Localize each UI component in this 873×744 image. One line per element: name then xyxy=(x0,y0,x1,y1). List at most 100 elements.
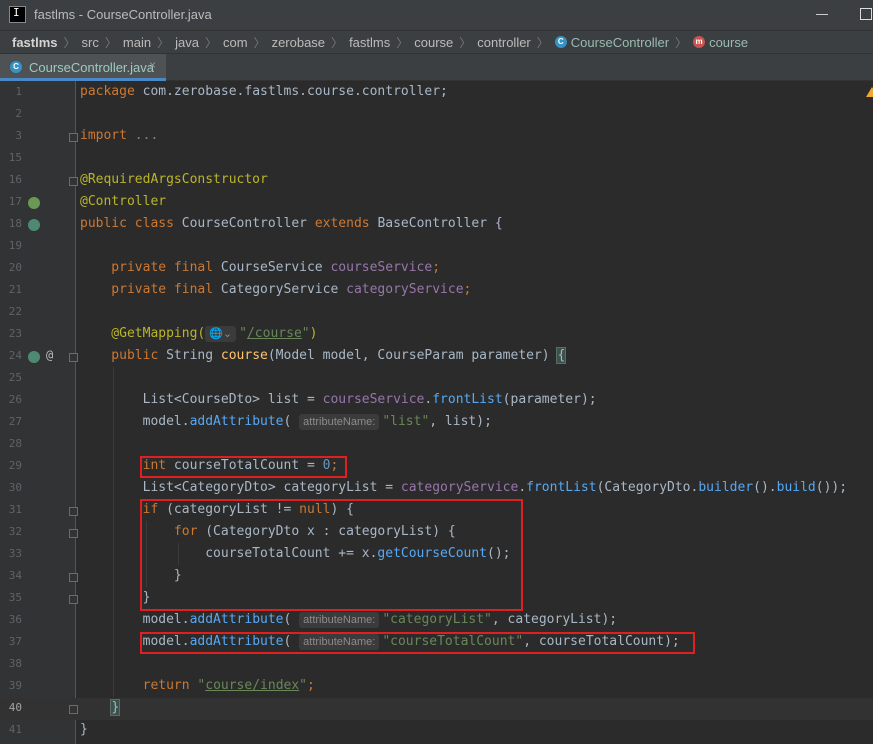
spring-bean-icon[interactable] xyxy=(28,219,40,231)
code-line: 26 List<CourseDto> list = courseService.… xyxy=(0,390,873,412)
code-line: 20 private final CourseService courseSer… xyxy=(0,258,873,280)
line-code: List<CategoryDto> categoryList = categor… xyxy=(80,480,848,495)
breadcrumb-controller[interactable]: controller xyxy=(477,35,530,50)
chevron-right-icon: 〉 xyxy=(204,35,217,50)
warning-icon[interactable] xyxy=(866,87,873,97)
line-number: 38 xyxy=(8,657,22,670)
breadcrumb-method[interactable]: course xyxy=(709,35,748,50)
minimize-button[interactable] xyxy=(815,6,829,20)
line-number: 3 xyxy=(15,129,22,142)
code-line: 19 xyxy=(0,236,873,258)
line-number: 15 xyxy=(8,151,22,164)
breadcrumb-main[interactable]: main xyxy=(123,35,151,50)
line-code: return "course/index"; xyxy=(142,678,315,693)
breadcrumb-com[interactable]: com xyxy=(223,35,248,50)
code-line: 23 @GetMapping(🌐⌄ "/course") xyxy=(0,324,873,346)
line-number: 37 xyxy=(8,635,22,648)
chevron-right-icon: 〉 xyxy=(331,35,344,50)
code-editor[interactable]: 1 package com.zerobase.fastlms.course.co… xyxy=(0,81,873,744)
line-code: public class CourseController extends Ba… xyxy=(80,216,503,231)
close-icon[interactable]: × xyxy=(149,58,156,72)
line-code: model.addAttribute( attributeName: "list"… xyxy=(80,414,492,430)
line-code: private final CategoryService categorySe… xyxy=(80,282,472,297)
line-number: 31 xyxy=(8,503,22,516)
code-line: 21 private final CategoryService categor… xyxy=(0,280,873,302)
at-sign-icon[interactable]: @ xyxy=(46,348,53,362)
title-bar: fastlms - CourseController.java xyxy=(0,0,873,30)
fold-marker-icon[interactable] xyxy=(69,177,78,186)
line-number: 17 xyxy=(8,195,22,208)
breadcrumb-zerobase[interactable]: zerobase xyxy=(272,35,325,50)
breadcrumb: fastlms 〉 src 〉 main 〉 java 〉 com 〉 zerobase 〉… xyxy=(0,30,873,54)
chevron-right-icon: 〉 xyxy=(104,35,117,50)
spring-web-icon[interactable] xyxy=(28,351,40,363)
code-line: 27 model.addAttribute( attributeName: "li… xyxy=(0,412,873,434)
spring-bean-icon[interactable] xyxy=(28,197,40,209)
fold-marker-icon[interactable] xyxy=(69,573,78,582)
fold-marker-icon[interactable] xyxy=(69,529,78,538)
breadcrumb-project[interactable]: fastlms xyxy=(12,35,58,50)
line-code: } xyxy=(110,699,121,716)
tab-label: CourseController.java xyxy=(29,60,155,75)
fold-marker-icon[interactable] xyxy=(69,595,78,604)
fold-marker-icon[interactable] xyxy=(69,507,78,516)
breadcrumb-src[interactable]: src xyxy=(82,35,99,50)
fold-marker-icon[interactable] xyxy=(69,353,78,362)
line-number: 41 xyxy=(8,723,22,736)
line-number: 18 xyxy=(8,217,22,230)
line-code: public String course(Model model, Course… xyxy=(80,347,567,364)
line-number: 32 xyxy=(8,525,22,538)
line-number: 25 xyxy=(8,371,22,384)
code-line: 41 } xyxy=(0,720,873,742)
breadcrumb-java[interactable]: java xyxy=(175,35,199,50)
line-number: 22 xyxy=(8,305,22,318)
intellij-app-icon[interactable] xyxy=(9,6,26,23)
breadcrumb-class[interactable]: CourseController xyxy=(571,35,669,50)
code-line: 24 public String course(Model model, Cou… xyxy=(0,346,873,368)
chevron-right-icon: 〉 xyxy=(459,35,472,50)
code-line: 39 return "course/index"; xyxy=(0,676,873,698)
parameter-hint: attributeName: xyxy=(299,612,380,628)
line-code: model.addAttribute( attributeName: "categ… xyxy=(80,612,618,628)
line-code: } xyxy=(80,722,88,737)
code-line: 1 package com.zerobase.fastlms.course.co… xyxy=(0,82,873,104)
line-code: @Controller xyxy=(80,194,167,209)
class-icon: C xyxy=(554,36,567,48)
line-code: package com.zerobase.fastlms.course.cont… xyxy=(80,84,448,99)
line-number: 39 xyxy=(8,679,22,692)
line-code: @GetMapping(🌐⌄ "/course") xyxy=(80,326,318,342)
code-line: 36 model.addAttribute( attributeName: "ca… xyxy=(0,610,873,632)
tab-coursecontroller[interactable]: C CourseController.java × xyxy=(0,54,166,81)
line-code: private final CourseService courseServic… xyxy=(80,260,441,275)
chevron-right-icon: 〉 xyxy=(157,35,170,50)
code-line-current: 40 } xyxy=(0,698,873,720)
fold-marker-icon[interactable] xyxy=(69,705,78,714)
line-number: 1 xyxy=(15,85,22,98)
line-number: 20 xyxy=(8,261,22,274)
line-number: 34 xyxy=(8,569,22,582)
chevron-right-icon: 〉 xyxy=(675,35,688,50)
fold-marker-icon[interactable] xyxy=(69,133,78,142)
maximize-button[interactable] xyxy=(860,8,872,20)
parameter-hint: attributeName: xyxy=(299,414,380,430)
method-icon: m xyxy=(693,36,706,48)
line-number: 16 xyxy=(8,173,22,186)
code-line: 16 @RequiredArgsConstructor xyxy=(0,170,873,192)
breadcrumb-course[interactable]: course xyxy=(414,35,453,50)
line-number: 21 xyxy=(8,283,22,296)
code-line: 3 import ... xyxy=(0,126,873,148)
chevron-right-icon: 〉 xyxy=(63,35,76,50)
chevron-right-icon: 〉 xyxy=(396,35,409,50)
code-line: 17 @Controller xyxy=(0,192,873,214)
line-number: 30 xyxy=(8,481,22,494)
line-number: 28 xyxy=(8,437,22,450)
code-line: 22 xyxy=(0,302,873,324)
globe-icon: 🌐⌄ xyxy=(205,326,237,342)
breadcrumb-fastlms[interactable]: fastlms xyxy=(349,35,390,50)
code-line: 28 xyxy=(0,434,873,456)
line-number: 35 xyxy=(8,591,22,604)
code-line: 15 xyxy=(0,148,873,170)
chevron-right-icon: 〉 xyxy=(253,35,266,50)
highlight-box xyxy=(140,456,347,478)
line-number: 40 xyxy=(8,701,22,714)
